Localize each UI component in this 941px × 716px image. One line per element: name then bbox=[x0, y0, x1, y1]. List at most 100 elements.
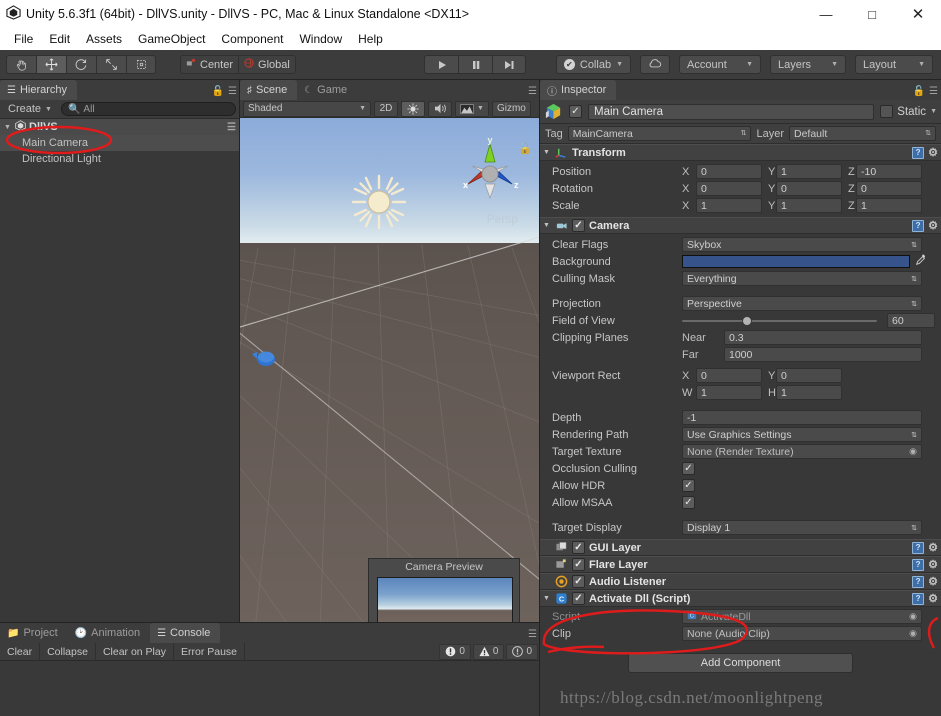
hierarchy-item-main-camera[interactable]: Main Camera bbox=[0, 135, 240, 151]
viewport-h-input[interactable]: 1 bbox=[776, 385, 842, 400]
tab-console[interactable]: ☰ Console bbox=[150, 623, 221, 643]
target-display-dropdown[interactable]: Display 1 ⇅ bbox=[682, 520, 922, 535]
scale-z-input[interactable]: 1 bbox=[856, 198, 922, 213]
culling-mask-dropdown[interactable]: Everything ⇅ bbox=[682, 271, 922, 286]
help-icon[interactable]: ? bbox=[912, 219, 925, 232]
static-checkbox[interactable]: ✓ bbox=[880, 105, 894, 118]
hand-tool-button[interactable] bbox=[6, 55, 36, 74]
allow-hdr-checkbox[interactable]: ✓ bbox=[682, 479, 695, 492]
add-component-button[interactable]: Add Component bbox=[628, 653, 853, 673]
minimize-button[interactable]: — bbox=[803, 0, 849, 28]
far-input[interactable]: 1000 bbox=[724, 347, 922, 362]
fov-slider-knob[interactable] bbox=[742, 315, 752, 326]
gear-icon[interactable]: ⚙ bbox=[928, 541, 938, 554]
warning-counter[interactable]: 0 bbox=[472, 643, 505, 660]
scene-canvas[interactable]: y x z Persp 🔓 Camera Preview bbox=[240, 118, 540, 623]
scene-projection-label[interactable]: Persp bbox=[487, 212, 518, 226]
console-clear-button[interactable]: Clear bbox=[0, 642, 41, 661]
lock-icon[interactable]: 🔓 bbox=[913, 86, 925, 97]
menu-gameobject[interactable]: GameObject bbox=[130, 28, 213, 50]
hierarchy-item-directional-light[interactable]: Directional Light bbox=[0, 151, 240, 167]
viewport-x-input[interactable]: 0 bbox=[696, 368, 762, 383]
object-picker-icon[interactable]: ◉ bbox=[909, 446, 917, 457]
hierarchy-scene-row[interactable]: ▼ DllVS ☰ bbox=[0, 119, 240, 135]
audio-listener-enabled-checkbox[interactable]: ✓ bbox=[572, 575, 585, 588]
handle-mode-button[interactable]: Global bbox=[238, 55, 296, 74]
gameobject-name-input[interactable]: Main Camera bbox=[588, 103, 875, 120]
pivot-mode-button[interactable]: Center bbox=[180, 55, 239, 74]
gear-icon[interactable]: ⚙ bbox=[928, 575, 938, 588]
object-picker-icon[interactable]: ◉ bbox=[909, 611, 917, 622]
panel-menu-icon[interactable]: ☰ bbox=[929, 86, 938, 97]
gear-icon[interactable]: ⚙ bbox=[928, 558, 938, 571]
panel-menu-icon[interactable]: ☰ bbox=[528, 86, 537, 97]
info-counter[interactable]: 0 bbox=[506, 643, 538, 660]
help-icon[interactable]: ? bbox=[912, 146, 925, 159]
scale-y-input[interactable]: 1 bbox=[776, 198, 842, 213]
move-tool-button[interactable] bbox=[36, 55, 66, 74]
tab-hierarchy[interactable]: ☰ Hierarchy bbox=[0, 80, 78, 100]
pause-button[interactable] bbox=[458, 55, 492, 74]
tag-dropdown[interactable]: MainCamera ⇅ bbox=[567, 126, 752, 141]
static-toggle[interactable]: ✓ Static ▼ bbox=[880, 105, 937, 118]
fov-input[interactable]: 60 bbox=[887, 313, 935, 328]
gear-icon[interactable]: ⚙ bbox=[928, 219, 938, 232]
scale-tool-button[interactable] bbox=[96, 55, 126, 74]
collab-button[interactable]: ✔ Collab ▼ bbox=[555, 55, 631, 74]
position-x-input[interactable]: 0 bbox=[696, 164, 762, 179]
scene-lock-icon[interactable]: 🔓 bbox=[518, 142, 532, 155]
close-button[interactable]: ✕ bbox=[895, 0, 941, 28]
activate-dll-enabled-checkbox[interactable]: ✓ bbox=[572, 592, 585, 605]
depth-input[interactable]: -1 bbox=[682, 410, 922, 425]
chevron-down-icon[interactable]: ▼ bbox=[543, 149, 551, 156]
help-icon[interactable]: ? bbox=[912, 592, 925, 605]
allow-msaa-checkbox[interactable]: ✓ bbox=[682, 496, 695, 509]
console-log-area[interactable] bbox=[0, 661, 540, 716]
tab-inspector[interactable]: ⓘ Inspector bbox=[540, 80, 617, 100]
help-icon[interactable]: ? bbox=[912, 541, 925, 554]
main-camera-gizmo[interactable] bbox=[252, 348, 278, 368]
occlusion-culling-checkbox[interactable]: ✓ bbox=[682, 462, 695, 475]
console-clear-on-play-button[interactable]: Clear on Play bbox=[96, 642, 174, 661]
layer-dropdown[interactable]: Default ⇅ bbox=[789, 126, 936, 141]
create-button[interactable]: Create ▼ bbox=[4, 103, 56, 115]
menu-window[interactable]: Window bbox=[291, 28, 350, 50]
viewport-y-input[interactable]: 0 bbox=[776, 368, 842, 383]
step-button[interactable] bbox=[492, 55, 526, 74]
flare-layer-enabled-checkbox[interactable]: ✓ bbox=[572, 558, 585, 571]
toggle-2d-button[interactable]: 2D bbox=[374, 100, 398, 117]
camera-component-header[interactable]: ▼ ✓ Camera ? ⚙ bbox=[540, 217, 941, 234]
gameobject-enabled-checkbox[interactable]: ✓ bbox=[569, 105, 582, 118]
hierarchy-search-input[interactable]: 🔍 All bbox=[60, 102, 236, 116]
script-field[interactable]: C ActivateDll ◉ bbox=[682, 609, 922, 624]
eyedropper-icon[interactable] bbox=[915, 254, 927, 269]
rotate-tool-button[interactable] bbox=[66, 55, 96, 74]
rotation-z-input[interactable]: 0 bbox=[856, 181, 922, 196]
menu-edit[interactable]: Edit bbox=[41, 28, 78, 50]
tab-project[interactable]: 📁 Project bbox=[0, 623, 68, 643]
gui-layer-enabled-checkbox[interactable]: ✓ bbox=[572, 541, 585, 554]
scene-options-icon[interactable]: ☰ bbox=[227, 122, 236, 133]
rect-tool-button[interactable] bbox=[126, 55, 156, 74]
camera-enabled-checkbox[interactable]: ✓ bbox=[572, 219, 585, 232]
fov-slider[interactable] bbox=[682, 315, 877, 326]
error-counter[interactable]: 0 bbox=[439, 643, 471, 660]
rotation-y-input[interactable]: 0 bbox=[776, 181, 842, 196]
directional-light-gizmo[interactable] bbox=[350, 173, 408, 231]
layout-button[interactable]: Layout ▼ bbox=[855, 55, 933, 74]
cloud-button[interactable] bbox=[640, 55, 670, 74]
chevron-down-icon[interactable]: ▼ bbox=[930, 108, 937, 115]
gear-icon[interactable]: ⚙ bbox=[928, 592, 938, 605]
chevron-down-icon[interactable]: ▼ bbox=[543, 595, 551, 602]
chevron-down-icon[interactable]: ▼ bbox=[4, 124, 12, 131]
scale-x-input[interactable]: 1 bbox=[696, 198, 762, 213]
background-color-field[interactable] bbox=[682, 255, 910, 268]
maximize-button[interactable]: □ bbox=[849, 0, 895, 28]
near-input[interactable]: 0.3 bbox=[724, 330, 922, 345]
menu-component[interactable]: Component bbox=[213, 28, 291, 50]
tab-animation[interactable]: 🕑 Animation bbox=[67, 623, 151, 643]
transform-component-header[interactable]: ▼ Transform ? ⚙ bbox=[540, 144, 941, 161]
menu-file[interactable]: File bbox=[6, 28, 41, 50]
gui-layer-component-header[interactable]: ▶ ✓ GUI Layer ? ⚙ bbox=[540, 539, 941, 556]
account-button[interactable]: Account ▼ bbox=[679, 55, 761, 74]
